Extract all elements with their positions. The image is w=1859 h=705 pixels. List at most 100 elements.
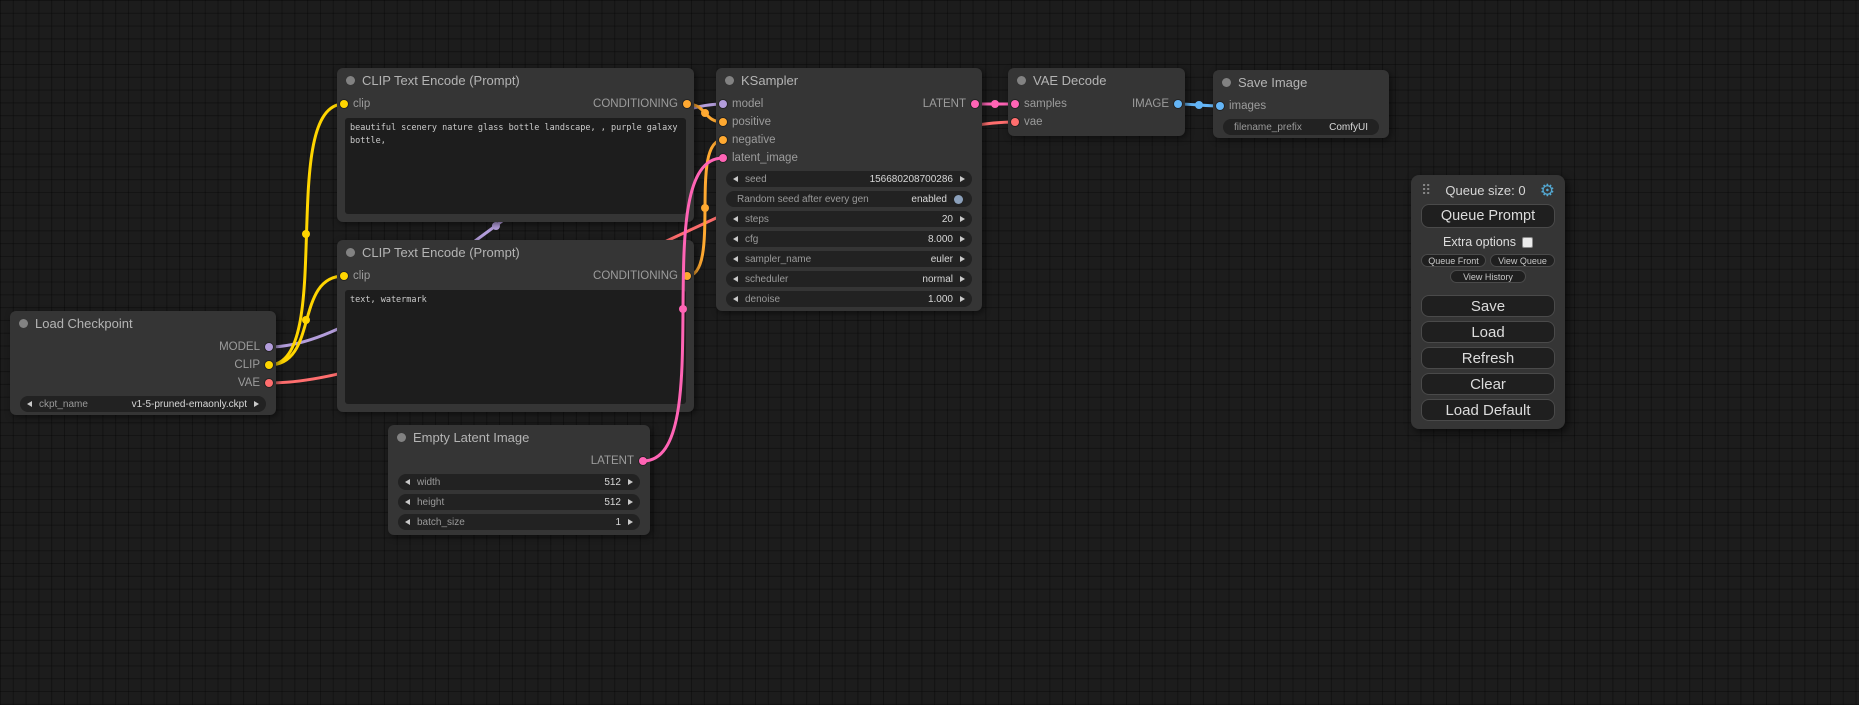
random-seed-toggle-widget[interactable]: Random seed after every gen enabled (726, 191, 972, 207)
queue-prompt-button[interactable]: Queue Prompt (1421, 204, 1555, 228)
input-port-positive[interactable] (719, 118, 727, 126)
increment-arrow-icon[interactable] (960, 236, 965, 242)
output-port-latent[interactable] (639, 457, 647, 465)
node-title-bar[interactable]: Empty Latent Image (388, 425, 650, 449)
decrement-arrow-icon[interactable] (733, 296, 738, 302)
node-load-checkpoint[interactable]: Load Checkpoint MODEL CLIP VAE ckpt_name… (10, 311, 276, 415)
node-title-bar[interactable]: Save Image (1213, 70, 1389, 94)
input-port-vae[interactable] (1011, 118, 1019, 126)
node-title-bar[interactable]: VAE Decode (1008, 68, 1185, 92)
link-clip-positive (269, 104, 344, 365)
collapse-icon[interactable] (1017, 76, 1026, 85)
queue-front-button[interactable]: Queue Front (1421, 254, 1486, 267)
drag-handle-icon[interactable]: ⠿ (1421, 183, 1431, 197)
output-port-conditioning[interactable] (683, 272, 691, 280)
input-slot-images: images (1213, 97, 1389, 115)
increment-arrow-icon[interactable] (960, 176, 965, 182)
width-widget[interactable]: width 512 (398, 474, 640, 490)
height-widget[interactable]: height 512 (398, 494, 640, 510)
scheduler-widget[interactable]: scheduler normal (726, 271, 972, 287)
collapse-icon[interactable] (397, 433, 406, 442)
decrement-arrow-icon[interactable] (405, 499, 410, 505)
node-clip-text-encode-negative[interactable]: CLIP Text Encode (Prompt) clip CONDITION… (337, 240, 694, 412)
output-slot-latent: LATENT (388, 452, 650, 470)
link-dot-clip-positive (302, 230, 310, 238)
node-empty-latent-image[interactable]: Empty Latent Image LATENT width 512 heig… (388, 425, 650, 535)
input-port-clip[interactable] (340, 100, 348, 108)
view-history-button[interactable]: View History (1450, 270, 1526, 283)
node-title-bar[interactable]: Load Checkpoint (10, 311, 276, 335)
collapse-icon[interactable] (1222, 78, 1231, 87)
denoise-widget[interactable]: denoise 1.000 (726, 291, 972, 307)
link-dot-conditioning-negative (701, 204, 709, 212)
decrement-arrow-icon[interactable] (733, 236, 738, 242)
slot-row-model-latent: model LATENT (716, 95, 982, 113)
increment-arrow-icon[interactable] (628, 519, 633, 525)
input-port-samples[interactable] (1011, 100, 1019, 108)
load-button[interactable]: Load (1421, 321, 1555, 343)
collapse-icon[interactable] (19, 319, 28, 328)
increment-arrow-icon[interactable] (628, 479, 633, 485)
increment-arrow-icon[interactable] (254, 401, 259, 407)
sampler-name-widget[interactable]: sampler_name euler (726, 251, 972, 267)
node-title-bar[interactable]: CLIP Text Encode (Prompt) (337, 240, 694, 264)
cfg-widget[interactable]: cfg 8.000 (726, 231, 972, 247)
input-port-latent-image[interactable] (719, 154, 727, 162)
node-title-bar[interactable]: CLIP Text Encode (Prompt) (337, 68, 694, 92)
extra-options-checkbox[interactable] (1522, 237, 1533, 248)
node-title-bar[interactable]: KSampler (716, 68, 982, 92)
queue-actions-row: Queue Front View Queue (1421, 254, 1555, 267)
decrement-arrow-icon[interactable] (405, 519, 410, 525)
seed-widget[interactable]: seed 156680208700286 (726, 171, 972, 187)
slot-row: clip CONDITIONING (337, 95, 694, 113)
link-dot-model (492, 222, 500, 230)
input-port-images[interactable] (1216, 102, 1224, 110)
node-clip-text-encode-positive[interactable]: CLIP Text Encode (Prompt) clip CONDITION… (337, 68, 694, 222)
output-port-clip[interactable] (265, 361, 273, 369)
output-port-model[interactable] (265, 343, 273, 351)
settings-gear-icon[interactable]: ⚙ (1540, 182, 1555, 199)
toggle-indicator-icon[interactable] (954, 195, 963, 204)
output-port-vae[interactable] (265, 379, 273, 387)
view-queue-button[interactable]: View Queue (1490, 254, 1555, 267)
input-port-negative[interactable] (719, 136, 727, 144)
load-default-button[interactable]: Load Default (1421, 399, 1555, 421)
decrement-arrow-icon[interactable] (733, 176, 738, 182)
node-ksampler[interactable]: KSampler model LATENT positive negative … (716, 68, 982, 311)
steps-widget[interactable]: steps 20 (726, 211, 972, 227)
output-slot-vae: VAE (10, 374, 276, 392)
node-title: Load Checkpoint (35, 316, 133, 331)
increment-arrow-icon[interactable] (960, 256, 965, 262)
collapse-icon[interactable] (346, 248, 355, 257)
increment-arrow-icon[interactable] (628, 499, 633, 505)
slot-row-samples-image: samples IMAGE (1008, 95, 1185, 113)
ckpt-name-widget[interactable]: ckpt_name v1-5-pruned-emaonly.ckpt (20, 396, 266, 412)
batch-size-widget[interactable]: batch_size 1 (398, 514, 640, 530)
clear-button[interactable]: Clear (1421, 373, 1555, 395)
decrement-arrow-icon[interactable] (27, 401, 32, 407)
collapse-icon[interactable] (346, 76, 355, 85)
collapse-icon[interactable] (725, 76, 734, 85)
output-port-latent[interactable] (971, 100, 979, 108)
input-port-model[interactable] (719, 100, 727, 108)
negative-prompt-textarea[interactable]: text, watermark (345, 290, 686, 404)
increment-arrow-icon[interactable] (960, 296, 965, 302)
filename-prefix-widget[interactable]: filename_prefix ComfyUI (1223, 119, 1379, 135)
refresh-button[interactable]: Refresh (1421, 347, 1555, 369)
decrement-arrow-icon[interactable] (733, 276, 738, 282)
decrement-arrow-icon[interactable] (405, 479, 410, 485)
decrement-arrow-icon[interactable] (733, 256, 738, 262)
increment-arrow-icon[interactable] (960, 216, 965, 222)
link-dot-samples (991, 100, 999, 108)
increment-arrow-icon[interactable] (960, 276, 965, 282)
node-canvas[interactable]: Load Checkpoint MODEL CLIP VAE ckpt_name… (0, 0, 1859, 705)
output-port-conditioning[interactable] (683, 100, 691, 108)
output-port-image[interactable] (1174, 100, 1182, 108)
node-save-image[interactable]: Save Image images filename_prefix ComfyU… (1213, 70, 1389, 138)
node-vae-decode[interactable]: VAE Decode samples IMAGE vae (1008, 68, 1185, 136)
input-port-clip[interactable] (340, 272, 348, 280)
extra-options-label: Extra options (1443, 235, 1516, 249)
positive-prompt-textarea[interactable]: beautiful scenery nature glass bottle la… (345, 118, 686, 214)
save-button[interactable]: Save (1421, 295, 1555, 317)
decrement-arrow-icon[interactable] (733, 216, 738, 222)
